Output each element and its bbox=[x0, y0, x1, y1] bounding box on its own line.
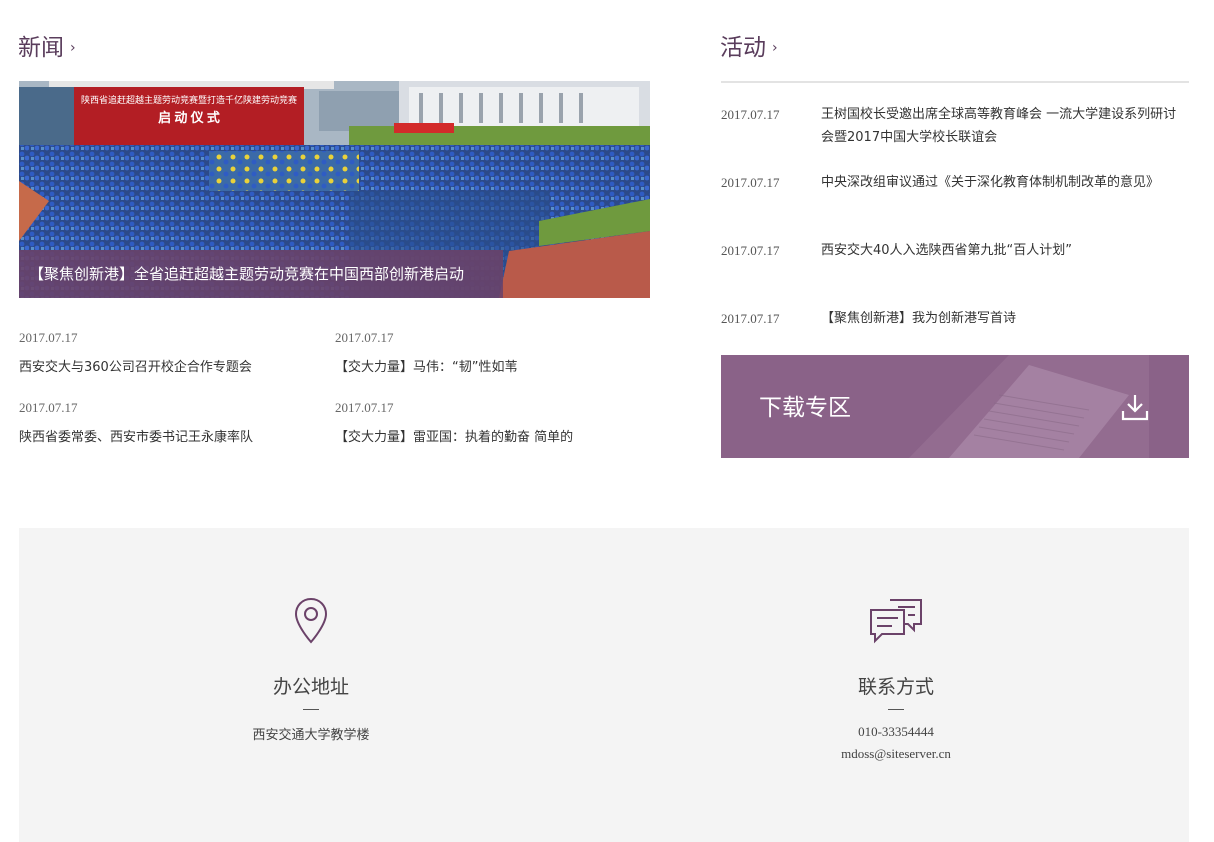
activity-title-text: 活动 bbox=[720, 35, 766, 61]
contact-info-block: 联系方式 010-33354444 mdoss@siteserver.cn bbox=[746, 528, 1046, 762]
news-date: 2017.07.17 bbox=[19, 330, 78, 345]
heading-divider bbox=[303, 709, 319, 710]
news-link[interactable]: 【交大力量】马伟：“韧”性如苇 bbox=[335, 356, 635, 375]
download-zone-banner[interactable]: 下载专区 bbox=[721, 355, 1189, 458]
chat-bubbles-icon bbox=[870, 599, 922, 644]
news-date: 2017.07.17 bbox=[335, 400, 394, 415]
contact-phone[interactable]: 010-33354444 bbox=[746, 724, 1046, 740]
activity-date: 2017.07.17 bbox=[721, 107, 780, 122]
contact-footer: 办公地址 西安交通大学教学楼 联系方式 010-33354444 mdoss@s… bbox=[19, 528, 1189, 842]
news-list-item[interactable]: 2017.07.17 陕西省委常委、西安市委书记王永康率队 bbox=[19, 400, 319, 445]
book-background-graphic bbox=[909, 355, 1149, 458]
news-date: 2017.07.17 bbox=[19, 400, 78, 415]
news-list-item[interactable]: 2017.07.17 【交大力量】雷亚国：执着的勤奋 简单的 bbox=[335, 400, 635, 445]
news-link[interactable]: 陕西省委常委、西安市委书记王永康率队 bbox=[19, 426, 319, 445]
news-date: 2017.07.17 bbox=[335, 330, 394, 345]
activity-link[interactable]: 西安交大40人入选陕西省第九批“百人计划” bbox=[821, 239, 1189, 262]
activity-date: 2017.07.17 bbox=[721, 243, 780, 258]
activity-link[interactable]: 王树国校长受邀出席全球高等教育峰会 一流大学建设系列研讨会暨2017中国大学校长… bbox=[821, 103, 1189, 149]
chevron-right-icon: › bbox=[772, 40, 778, 56]
office-address: 西安交通大学教学楼 bbox=[252, 728, 370, 743]
download-icon[interactable] bbox=[1119, 391, 1151, 423]
activity-link[interactable]: 中央深改组审议通过《关于深化教育体制机制改革的意见》 bbox=[821, 171, 1189, 194]
news-link[interactable]: 西安交大与360公司召开校企合作专题会 bbox=[19, 356, 319, 375]
featured-news-card[interactable]: 陕西省追赶超越主题劳动竞赛暨打造千亿陕建劳动竞赛 启 动 仪 式 【聚焦创新港】… bbox=[19, 81, 650, 298]
news-title-text: 新闻 bbox=[18, 35, 64, 61]
download-zone-label: 下载专区 bbox=[759, 395, 851, 421]
office-heading: 办公地址 bbox=[272, 676, 349, 698]
banner-main-text: 启 动 仪 式 bbox=[158, 110, 220, 125]
location-pin-icon bbox=[294, 597, 328, 644]
news-link[interactable]: 【交大力量】雷亚国：执着的勤奋 简单的 bbox=[335, 426, 635, 445]
activity-date: 2017.07.17 bbox=[721, 175, 780, 190]
activity-divider bbox=[721, 81, 1189, 83]
news-list-item[interactable]: 2017.07.17 【交大力量】马伟：“韧”性如苇 bbox=[335, 330, 635, 375]
heading-divider bbox=[888, 709, 904, 710]
contact-heading: 联系方式 bbox=[857, 676, 934, 698]
featured-news-caption[interactable]: 【聚焦创新港】全省追赶超越主题劳动竞赛在中国西部创新港启动 bbox=[19, 250, 503, 298]
chevron-right-icon: › bbox=[70, 40, 76, 56]
news-list-item[interactable]: 2017.07.17 西安交大与360公司召开校企合作专题会 bbox=[19, 330, 319, 375]
contact-email[interactable]: mdoss@siteserver.cn bbox=[746, 746, 1046, 762]
activity-date: 2017.07.17 bbox=[721, 311, 780, 326]
news-section-title[interactable]: 新闻 › bbox=[18, 28, 76, 62]
activity-link[interactable]: 【聚焦创新港】我为创新港写首诗 bbox=[821, 307, 1189, 330]
activity-section-title[interactable]: 活动 › bbox=[720, 28, 778, 62]
banner-top-text: 陕西省追赶超越主题劳动竞赛暨打造千亿陕建劳动竞赛 bbox=[81, 94, 297, 105]
office-address-block: 办公地址 西安交通大学教学楼 bbox=[161, 528, 461, 743]
